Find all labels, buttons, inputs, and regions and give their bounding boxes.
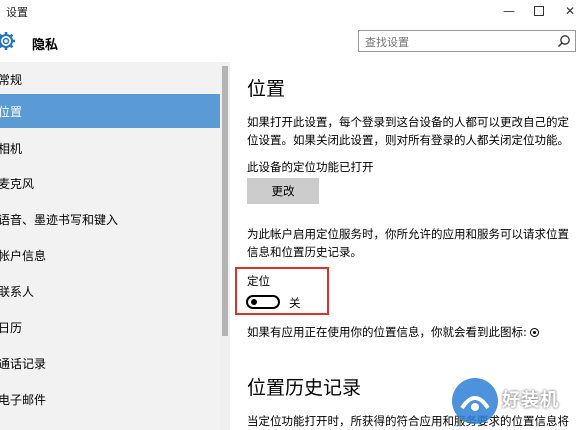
maximize-button[interactable] — [524, 0, 554, 22]
search-box[interactable] — [358, 30, 576, 52]
sidebar-item-label: 日历 — [0, 320, 23, 335]
page-title: 位置 — [247, 78, 286, 100]
watermark-text: 好装机 — [502, 390, 559, 411]
title-bar: 设置 — ✕ — [0, 0, 585, 22]
minimize-icon: — — [503, 4, 515, 18]
minimize-button[interactable]: — — [494, 0, 524, 22]
watermark-icon — [460, 396, 490, 411]
window-title: 设置 — [6, 6, 28, 19]
sidebar-item-label: 常规 — [0, 72, 23, 87]
close-icon: ✕ — [564, 4, 576, 18]
change-button[interactable]: 更改 — [247, 178, 319, 204]
sidebar-item-speech-inking-typing[interactable]: 语音、墨迹书写和键入 — [0, 202, 220, 236]
sidebar-item-calendar[interactable]: 日历 — [0, 310, 220, 344]
search-input[interactable] — [359, 33, 551, 52]
search-icon[interactable] — [557, 34, 571, 48]
sidebar-item-label: 电子邮件 — [0, 392, 47, 407]
sidebar-item-email[interactable]: 电子邮件 — [0, 382, 220, 416]
sidebar-item-label: 位置 — [0, 104, 23, 119]
location-in-use-icon — [529, 328, 539, 337]
location-in-use-text: 如果有应用正在使用你的位置信息，你就会看到此图标: — [247, 325, 527, 339]
watermark-logo: 好装机 — [452, 378, 580, 426]
watermark-circle — [452, 378, 498, 424]
location-toggle[interactable] — [246, 295, 280, 309]
sidebar-scrollbar-thumb[interactable] — [222, 66, 228, 336]
sidebar-item-contacts[interactable]: 联系人 — [0, 274, 220, 308]
maximize-icon — [534, 6, 544, 16]
history-title: 位置历史记录 — [247, 377, 362, 399]
sidebar-item-general[interactable]: 常规 — [0, 62, 220, 96]
sidebar-item-microphone[interactable]: 麦克风 — [0, 166, 220, 200]
sidebar-item-label: 帐户信息 — [0, 248, 47, 263]
sidebar-item-location[interactable]: 位置 — [0, 94, 220, 128]
main-content: 位置 如果打开此设置，每个登录到这台设备的人都可以更改自己的定位设置。如果关闭此… — [230, 62, 585, 430]
sidebar-item-label: 通话记录 — [0, 356, 47, 371]
sidebar-item-account-info[interactable]: 帐户信息 — [0, 238, 220, 272]
toggle-state-label: 关 — [289, 296, 301, 310]
close-button[interactable]: ✕ — [555, 0, 585, 22]
location-in-use-note: 如果有应用正在使用你的位置信息，你就会看到此图标: — [247, 323, 577, 341]
sidebar: 常规 位置 相机 麦克风 语音、墨迹书写和键入 帐户信息 联系人 日历 通话记录… — [0, 62, 220, 430]
toggle-knob — [251, 299, 257, 305]
sidebar-item-camera[interactable]: 相机 — [0, 131, 220, 165]
device-location-status: 此设备的定位功能已打开 — [247, 160, 374, 174]
location-setting-label: 定位 — [247, 274, 270, 288]
sidebar-item-label: 相机 — [0, 141, 23, 156]
gear-icon[interactable] — [0, 31, 16, 51]
intro-text: 如果打开此设置，每个登录到这台设备的人都可以更改自己的定位设置。如果关闭此设置，… — [247, 115, 569, 147]
sidebar-item-label: 语音、墨迹书写和键入 — [0, 212, 119, 227]
settings-header: 隐私 — [0, 22, 585, 62]
sidebar-item-label: 麦克风 — [0, 176, 35, 191]
sidebar-item-call-history[interactable]: 通话记录 — [0, 346, 220, 380]
account-description: 为此帐户启用定位服务时，你所允许的应用和服务可以请求位置信息和位置历史记录。 — [247, 227, 569, 259]
section-title: 隐私 — [32, 38, 59, 53]
sidebar-item-label: 联系人 — [0, 284, 35, 299]
